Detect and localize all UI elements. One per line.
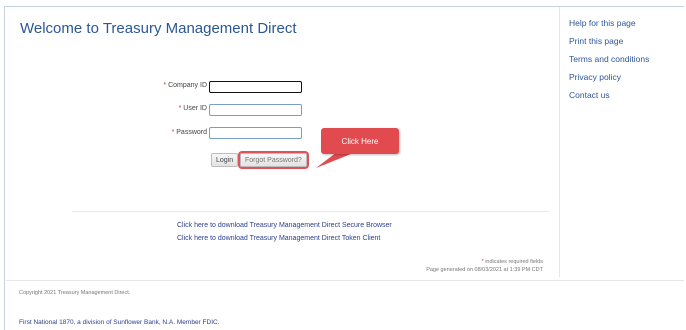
download-secure-browser-link[interactable]: Click here to download Treasury Manageme… <box>177 222 392 229</box>
company-id-label: * Company ID <box>117 82 207 89</box>
required-marker: * <box>171 129 175 136</box>
company-id-input[interactable] <box>209 81 302 93</box>
member-fdic-text: First National 1870, a division of Sunfl… <box>19 319 220 326</box>
download-token-client-link[interactable]: Click here to download Treasury Manageme… <box>177 235 380 242</box>
sidebar-item-contact[interactable]: Contact us <box>569 90 610 100</box>
required-marker: * <box>481 259 484 265</box>
password-label-text: Password <box>176 129 207 136</box>
required-fields-note: * indicates required fields <box>482 259 543 265</box>
sidebar-item-terms[interactable]: Terms and conditions <box>569 54 649 64</box>
click-here-callout: Click Here <box>321 128 399 154</box>
required-marker: * <box>163 82 167 89</box>
page-generated-note: Page generated on 08/03/2021 at 1:39 PM … <box>426 267 543 273</box>
page-title: Welcome to Treasury Management Direct <box>20 20 297 37</box>
required-marker: * <box>178 105 182 112</box>
user-id-input[interactable] <box>209 104 302 116</box>
user-id-label: * User ID <box>117 105 207 112</box>
forgot-password-button[interactable]: Forgot Password? <box>238 151 309 169</box>
password-input[interactable] <box>209 127 302 139</box>
user-id-label-text: User ID <box>183 105 207 112</box>
sidebar-item-help[interactable]: Help for this page <box>569 18 636 28</box>
required-fields-text: indicates required fields <box>485 259 543 265</box>
login-button[interactable]: Login <box>211 153 239 167</box>
footer-divider <box>6 280 684 281</box>
copyright-text: Copyright 2021 Treasury Management Direc… <box>19 290 131 296</box>
sidebar-item-print[interactable]: Print this page <box>569 36 623 46</box>
sidebar-item-privacy[interactable]: Privacy policy <box>569 72 621 82</box>
divider <box>72 211 549 212</box>
password-label: * Password <box>117 129 207 136</box>
company-id-label-text: Company ID <box>168 82 207 89</box>
